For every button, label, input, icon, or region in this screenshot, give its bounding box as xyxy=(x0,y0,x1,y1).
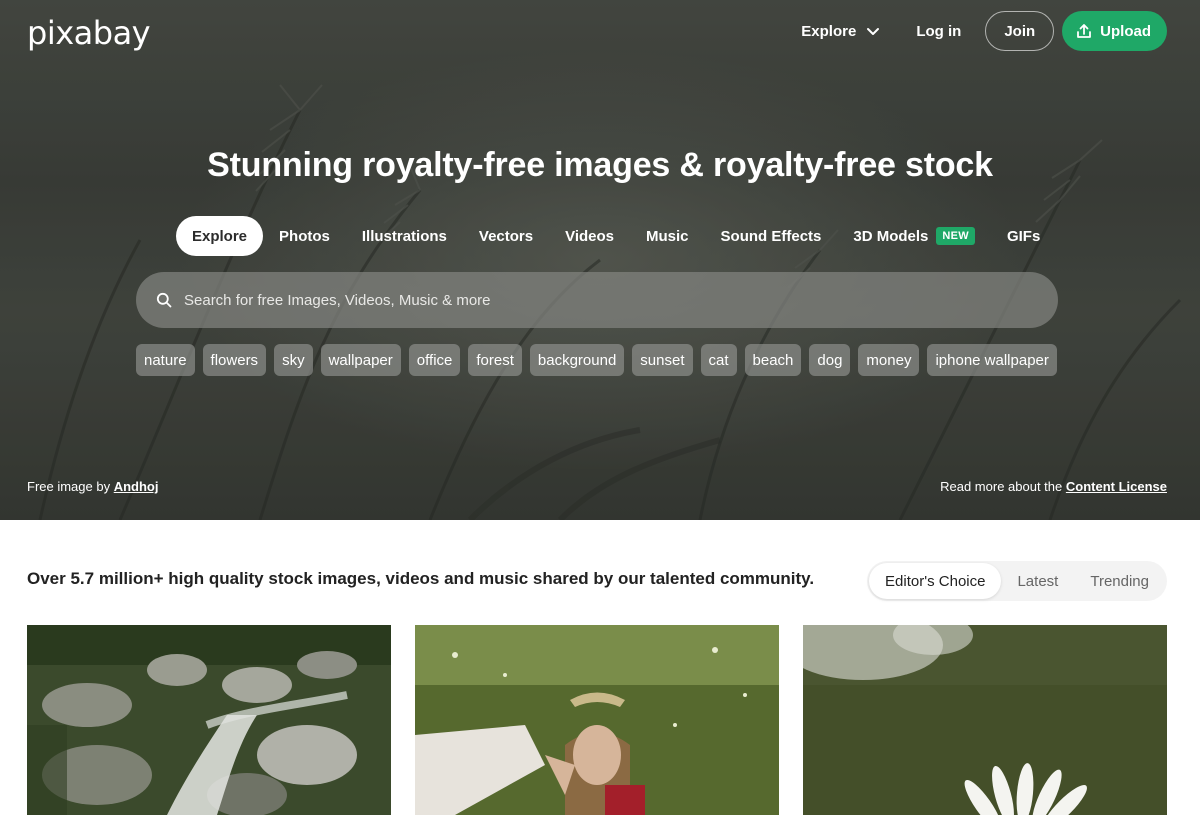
category-tab-videos[interactable]: Videos xyxy=(549,216,630,256)
hero-banner: pixabay Explore Log in Join Upload Stunn… xyxy=(0,0,1200,520)
tag-chip[interactable]: background xyxy=(529,344,625,376)
media-type-tabs: Explore Photos Illustrations Vectors Vid… xyxy=(176,216,1056,256)
category-tab-music[interactable]: Music xyxy=(630,216,705,256)
license-prefix: Read more about the xyxy=(940,479,1063,494)
category-tab-3d-models[interactable]: 3D Models NEW xyxy=(837,216,991,256)
tab-latest[interactable]: Latest xyxy=(1001,563,1074,599)
upload-icon xyxy=(1077,24,1092,38)
credit-author-link[interactable]: Andhoj xyxy=(114,479,159,494)
join-button[interactable]: Join xyxy=(985,11,1055,51)
image-card-waterfall[interactable] xyxy=(27,625,391,815)
tag-chip[interactable]: money xyxy=(858,344,920,376)
popular-tags: nature flowers sky wallpaper office fore… xyxy=(136,344,1057,376)
explore-label: Explore xyxy=(801,22,857,40)
upload-label: Upload xyxy=(1100,22,1151,40)
daisy-thumbnail xyxy=(803,625,1167,815)
tag-chip[interactable]: beach xyxy=(744,344,802,376)
image-card-portrait[interactable] xyxy=(415,625,779,815)
portrait-thumbnail xyxy=(415,625,779,815)
category-tab-sound-effects[interactable]: Sound Effects xyxy=(705,216,838,256)
category-tab-photos[interactable]: Photos xyxy=(263,216,346,256)
license-note: Read more about the Content License xyxy=(940,479,1167,494)
category-tab-explore[interactable]: Explore xyxy=(176,216,264,256)
tag-chip[interactable]: sky xyxy=(274,344,313,376)
chevron-down-icon xyxy=(867,28,880,35)
search-input[interactable] xyxy=(184,291,1004,309)
category-tab-vectors[interactable]: Vectors xyxy=(463,216,549,256)
tag-chip[interactable]: office xyxy=(408,344,461,376)
tag-chip[interactable]: nature xyxy=(136,344,195,376)
credit-prefix: Free image by xyxy=(27,479,111,494)
image-card-daisy[interactable] xyxy=(803,625,1167,815)
tag-chip[interactable]: iphone wallpaper xyxy=(927,344,1057,376)
upload-button[interactable]: Upload xyxy=(1062,11,1167,51)
community-tagline: Over 5.7 million+ high quality stock ima… xyxy=(27,569,815,588)
tag-chip[interactable]: sunset xyxy=(632,344,693,376)
search-bar[interactable] xyxy=(136,272,1058,328)
category-tab-gifs[interactable]: GIFs xyxy=(991,216,1056,256)
image-credit: Free image by Andhoj xyxy=(27,479,158,494)
new-badge: NEW xyxy=(936,227,975,245)
explore-menu-button[interactable]: Explore xyxy=(801,23,880,40)
top-navigation: Explore Log in Join Upload xyxy=(801,11,1167,51)
category-tab-3d-models-label: 3D Models xyxy=(853,227,929,245)
tag-chip[interactable]: flowers xyxy=(202,344,267,376)
tab-editors-choice[interactable]: Editor's Choice xyxy=(869,563,1002,599)
tag-chip[interactable]: dog xyxy=(809,344,851,376)
sort-tabs: Editor's Choice Latest Trending xyxy=(867,561,1167,601)
category-tab-illustrations[interactable]: Illustrations xyxy=(346,216,463,256)
pixabay-logo[interactable]: pixabay xyxy=(27,14,151,52)
login-link[interactable]: Log in xyxy=(916,23,961,40)
image-grid xyxy=(27,625,1167,815)
hero-background-image xyxy=(0,0,1200,520)
tag-chip[interactable]: forest xyxy=(468,344,522,376)
tag-chip[interactable]: wallpaper xyxy=(320,344,401,376)
tag-chip[interactable]: cat xyxy=(700,344,737,376)
content-license-link[interactable]: Content License xyxy=(1066,479,1167,494)
waterfall-thumbnail xyxy=(27,625,391,815)
hero-headline: Stunning royalty-free images & royalty-f… xyxy=(207,146,993,184)
search-icon xyxy=(156,292,172,308)
tab-trending[interactable]: Trending xyxy=(1074,563,1165,599)
